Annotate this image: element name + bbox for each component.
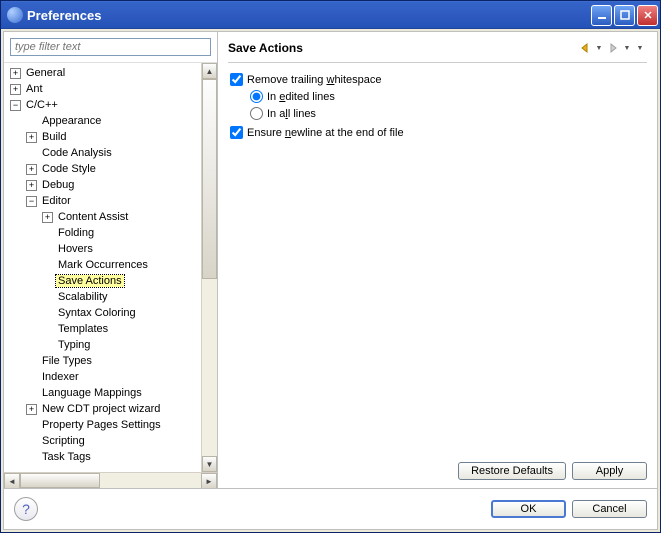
filter-input[interactable] <box>10 38 211 56</box>
tree-item[interactable]: Task Tags <box>4 449 201 465</box>
ok-button[interactable]: OK <box>491 500 566 518</box>
tree-item-label: Save Actions <box>56 275 124 287</box>
tree-item[interactable]: Folding <box>4 225 201 241</box>
tree-item[interactable]: +New CDT project wizard <box>4 401 201 417</box>
expand-icon[interactable]: + <box>26 404 37 415</box>
apply-button[interactable]: Apply <box>572 462 647 480</box>
forward-menu[interactable]: ▼ <box>623 40 631 56</box>
cancel-button[interactable]: Cancel <box>572 500 647 518</box>
tree-item-label: General <box>24 67 67 79</box>
tree-item-label: Hovers <box>56 243 95 255</box>
tree-item-label: Debug <box>40 179 76 191</box>
tree-item[interactable]: Mark Occurrences <box>4 257 201 273</box>
tree-item[interactable]: Property Pages Settings <box>4 417 201 433</box>
back-menu[interactable]: ▼ <box>595 40 603 56</box>
scroll-left-button[interactable]: ◄ <box>4 473 20 488</box>
expand-icon[interactable]: + <box>10 68 21 79</box>
tree-item-label: Content Assist <box>56 211 130 223</box>
tree-item[interactable]: +Ant <box>4 81 201 97</box>
tree-item-label: Task Tags <box>40 451 93 463</box>
tree-item-label: Property Pages Settings <box>40 419 163 431</box>
right-pane: Save Actions ▼ ▼ ▼ <box>218 32 657 488</box>
preferences-window: Preferences +General+Ant−C/C++Appearance… <box>0 0 661 533</box>
tree-item[interactable]: Scripting <box>4 433 201 449</box>
in-edited-lines-label[interactable]: In edited lines <box>267 91 335 103</box>
remove-whitespace-label[interactable]: Remove trailing whitespace <box>247 74 382 86</box>
expand-icon[interactable]: + <box>10 84 21 95</box>
restore-defaults-button[interactable]: Restore Defaults <box>458 462 566 480</box>
help-button[interactable]: ? <box>14 497 38 521</box>
minimize-button[interactable] <box>591 5 612 26</box>
scroll-down-button[interactable]: ▼ <box>202 456 217 472</box>
vertical-scrollbar[interactable]: ▲ ▼ <box>201 63 217 472</box>
tree-item-label: Mark Occurrences <box>56 259 150 271</box>
tree-item-label: C/C++ <box>24 99 60 111</box>
tree-item[interactable]: Syntax Coloring <box>4 305 201 321</box>
tree-item[interactable]: +Build <box>4 129 201 145</box>
app-icon <box>7 7 23 23</box>
scroll-thumb[interactable] <box>202 79 217 279</box>
ensure-newline-checkbox[interactable] <box>230 126 243 139</box>
tree-item-label: Code Analysis <box>40 147 114 159</box>
tree-item-label: Ant <box>24 83 45 95</box>
tree-item-label: Build <box>40 131 68 143</box>
tree-item[interactable]: Typing <box>4 337 201 353</box>
page-title: Save Actions <box>228 41 577 55</box>
tree-item[interactable]: +Debug <box>4 177 201 193</box>
content-area: +General+Ant−C/C++Appearance+BuildCode A… <box>3 31 658 530</box>
tree-item-label: Language Mappings <box>40 387 144 399</box>
tree-item[interactable]: Save Actions <box>4 273 201 289</box>
tree-item[interactable]: Code Analysis <box>4 145 201 161</box>
tree-item-label: Templates <box>56 323 110 335</box>
tree-item[interactable]: −C/C++ <box>4 97 201 113</box>
tree-item[interactable]: −Editor <box>4 193 201 209</box>
remove-whitespace-checkbox[interactable] <box>230 73 243 86</box>
scroll-right-button[interactable]: ► <box>201 473 217 488</box>
in-edited-lines-radio[interactable] <box>250 90 263 103</box>
tree-item-label: Indexer <box>40 371 81 383</box>
tree-item[interactable]: +General <box>4 65 201 81</box>
expand-icon[interactable]: + <box>26 180 37 191</box>
expand-icon[interactable]: + <box>26 132 37 143</box>
tree-item[interactable]: +Content Assist <box>4 209 201 225</box>
scroll-up-button[interactable]: ▲ <box>202 63 217 79</box>
hscroll-thumb[interactable] <box>20 473 100 488</box>
preferences-tree[interactable]: +General+Ant−C/C++Appearance+BuildCode A… <box>4 63 201 472</box>
left-pane: +General+Ant−C/C++Appearance+BuildCode A… <box>4 32 218 488</box>
tree-item[interactable]: File Types <box>4 353 201 369</box>
tree-item-label: Scripting <box>40 435 87 447</box>
tree-item[interactable]: Scalability <box>4 289 201 305</box>
back-button[interactable] <box>577 40 593 56</box>
tree-item[interactable]: Indexer <box>4 369 201 385</box>
tree-item-label: New CDT project wizard <box>40 403 162 415</box>
tree-item-label: Appearance <box>40 115 103 127</box>
maximize-button[interactable] <box>614 5 635 26</box>
horizontal-scrollbar[interactable]: ◄ ► <box>4 472 217 488</box>
titlebar[interactable]: Preferences <box>1 1 660 29</box>
window-title: Preferences <box>27 8 591 23</box>
collapse-icon[interactable]: − <box>10 100 21 111</box>
expand-icon[interactable]: + <box>26 164 37 175</box>
close-button[interactable] <box>637 5 658 26</box>
ensure-newline-label[interactable]: Ensure newline at the end of file <box>247 127 404 139</box>
bottom-bar: ? OK Cancel <box>4 488 657 529</box>
expand-icon[interactable]: + <box>42 212 53 223</box>
tree-item-label: File Types <box>40 355 94 367</box>
tree-item-label: Folding <box>56 227 96 239</box>
tree-item-label: Editor <box>40 195 73 207</box>
collapse-icon[interactable]: − <box>26 196 37 207</box>
tree-item-label: Syntax Coloring <box>56 307 138 319</box>
tree-item-label: Scalability <box>56 291 110 303</box>
tree-item[interactable]: Hovers <box>4 241 201 257</box>
tree-item[interactable]: Appearance <box>4 113 201 129</box>
tree-item-label: Typing <box>56 339 92 351</box>
in-all-lines-radio[interactable] <box>250 107 263 120</box>
page-menu[interactable]: ▼ <box>633 40 647 56</box>
in-all-lines-label[interactable]: In all lines <box>267 108 316 120</box>
tree-item[interactable]: Language Mappings <box>4 385 201 401</box>
tree-item[interactable]: Templates <box>4 321 201 337</box>
tree-item[interactable]: +Code Style <box>4 161 201 177</box>
tree-item-label: Code Style <box>40 163 98 175</box>
forward-button[interactable] <box>605 40 621 56</box>
